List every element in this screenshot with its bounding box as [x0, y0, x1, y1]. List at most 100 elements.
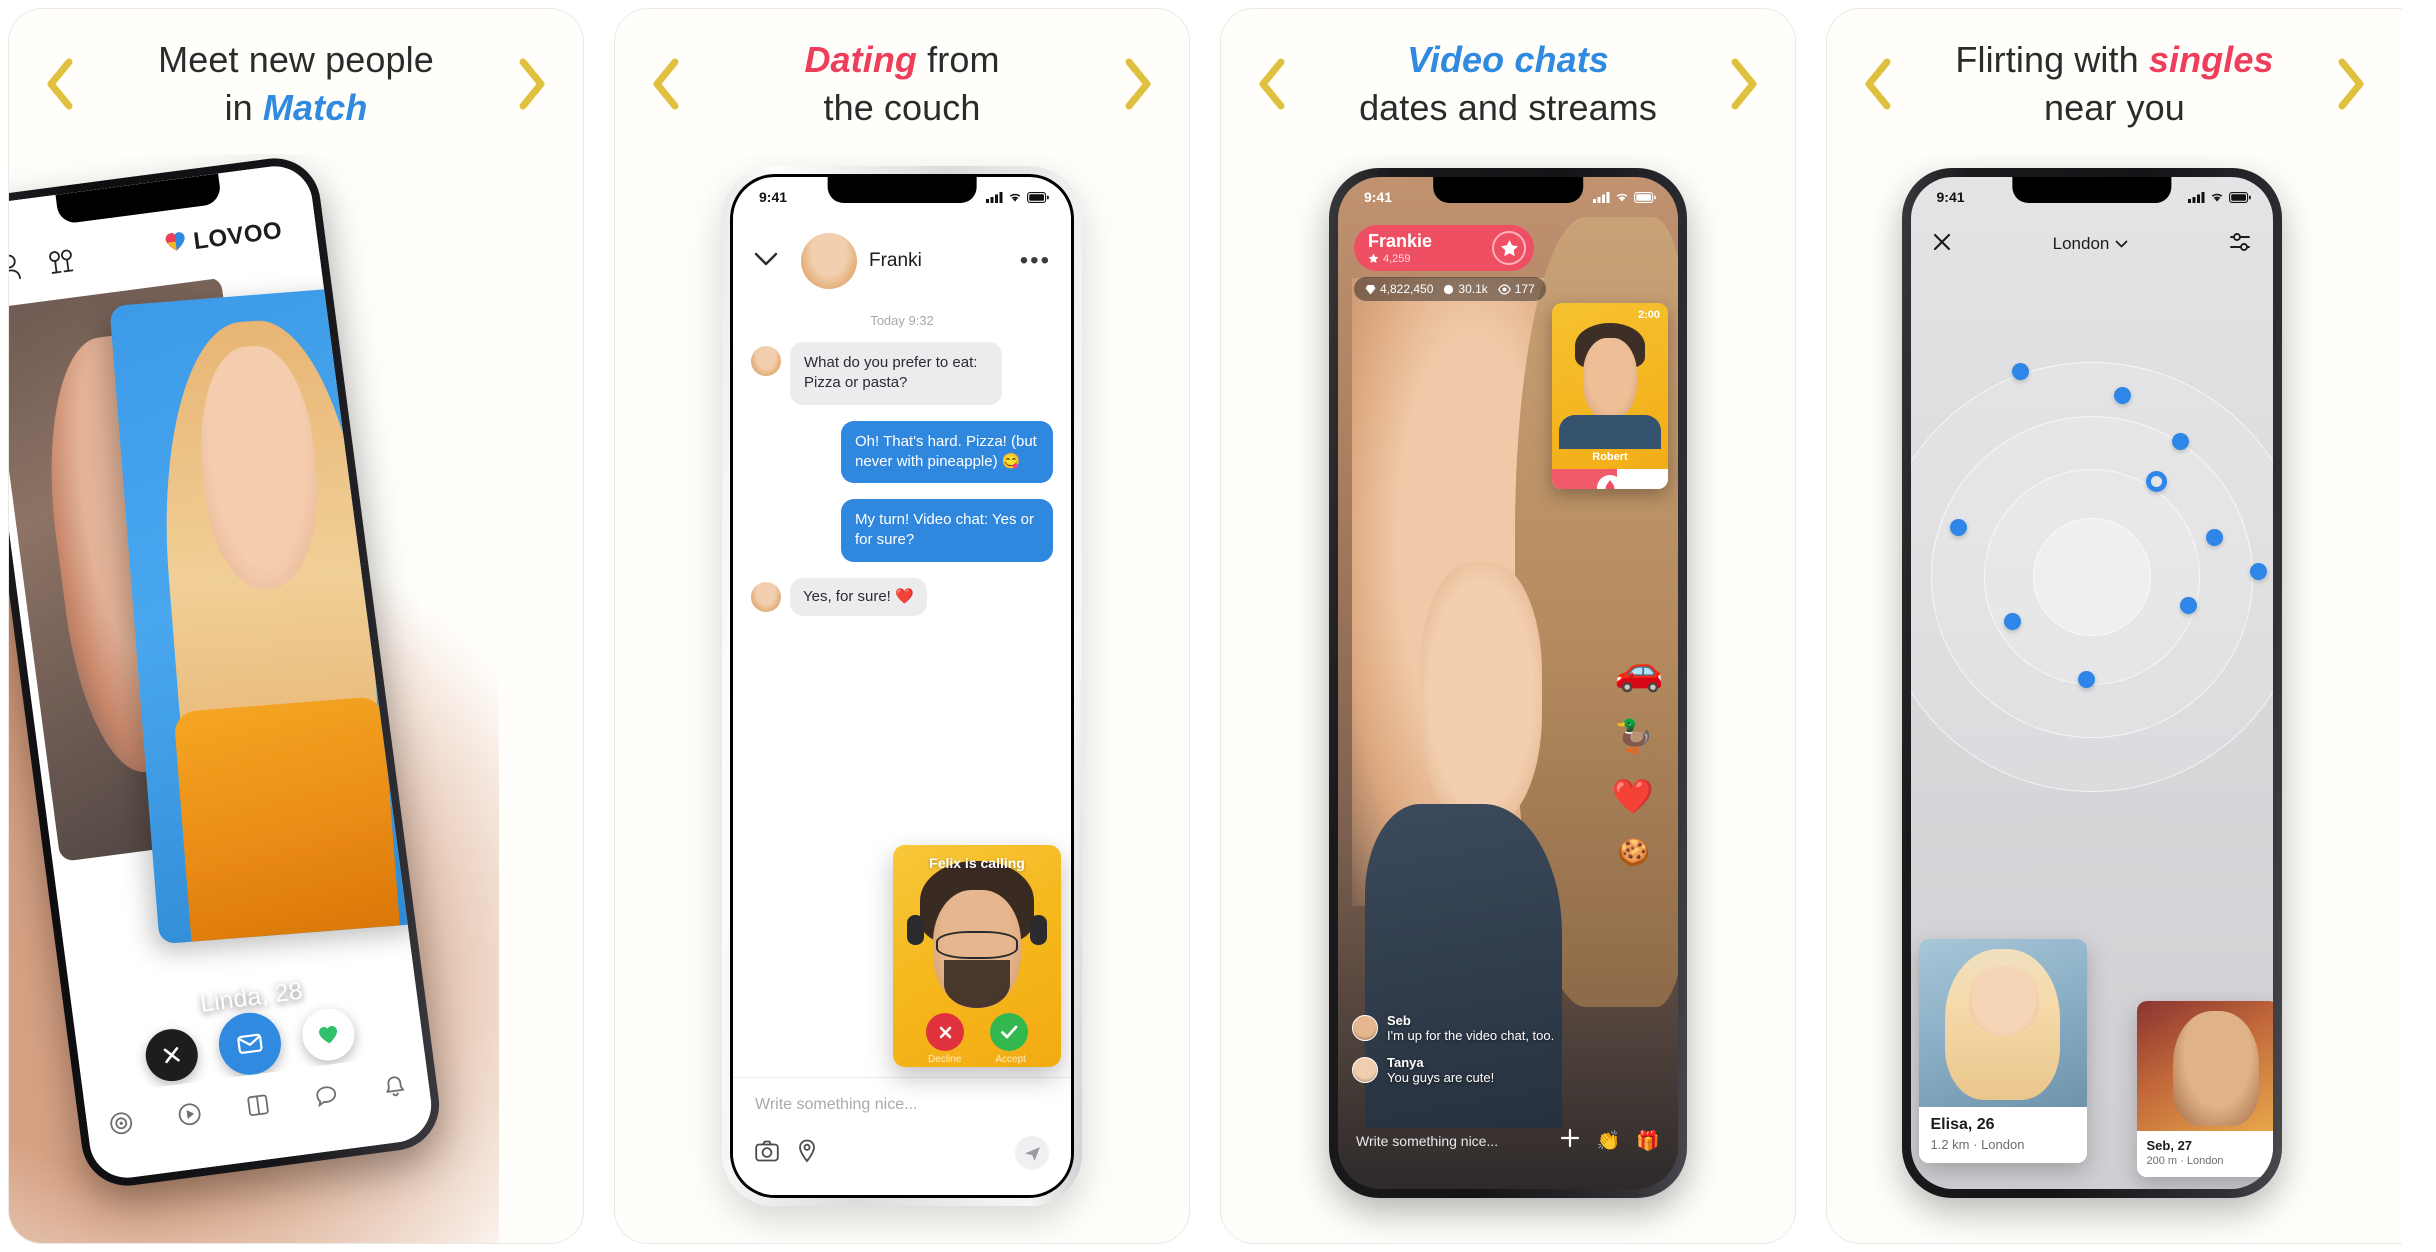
incoming-call-card[interactable]: Felix is calling Decline Accept [893, 845, 1061, 1067]
panel-1-title-line1: Meet new people [158, 39, 434, 81]
nearby-caption: Seb, 27 200 m · London [2136, 1131, 2273, 1177]
sliders-icon[interactable] [2228, 231, 2252, 258]
nearby-card[interactable]: Seb, 27 200 m · London [2136, 1001, 2273, 1177]
panel-3-title: Video chats dates and streams [1359, 36, 1657, 132]
live-chat-message: Tanya You guys are cute! [1387, 1055, 1494, 1087]
prev-arrow-1[interactable] [43, 56, 77, 112]
panel-2-header: Dating from the couch [615, 9, 1189, 159]
call-action-buttons [893, 1013, 1061, 1051]
star-icon [1368, 253, 1379, 263]
live-input-placeholder[interactable]: Write something nice... [1356, 1133, 1543, 1149]
panel-2-title-post: from [917, 39, 1000, 81]
glasses-icon [936, 931, 1018, 959]
chat-composer: Write something nice... [733, 1077, 1071, 1195]
panel-4-title: Flirting with singles near you [1955, 36, 2273, 132]
live-chat-message: Seb I'm up for the video chat, too. [1387, 1013, 1554, 1045]
person-icon[interactable] [9, 252, 25, 288]
prev-arrow-3[interactable] [1255, 56, 1289, 112]
panel-2-title-line2: the couch [823, 87, 981, 128]
incoming-call-title: Felix is calling [929, 855, 1025, 871]
coin-icon [1444, 284, 1454, 294]
camera-icon[interactable] [755, 1140, 779, 1167]
radar-view [1910, 297, 2273, 857]
city-selector[interactable]: London [2053, 234, 2129, 254]
battery-icon [1027, 191, 1049, 203]
card-clothing [173, 695, 401, 942]
live-chat-row: Tanya You guys are cute! [1352, 1055, 1602, 1087]
radar-dot[interactable] [2011, 363, 2029, 380]
nearby-caption: Elisa, 26 1.2 km · London [1918, 1107, 2087, 1163]
live-tab[interactable] [175, 1100, 205, 1134]
composer-icon-row [755, 1136, 1049, 1170]
radar-dot[interactable] [2077, 671, 2095, 688]
more-options-icon[interactable]: ••• [1020, 247, 1051, 275]
panel-3-header: Video chats dates and streams [1221, 9, 1795, 159]
chat-row-outgoing: My turn! Video chat: Yes or for sure? [751, 499, 1053, 562]
call-action-labels: Decline Accept [893, 1054, 1061, 1065]
next-arrow-1[interactable] [515, 56, 549, 112]
nearby-photo [1918, 939, 2087, 1107]
send-icon[interactable] [1015, 1136, 1049, 1170]
guest-photo [1570, 323, 1650, 427]
chevron-down-icon[interactable] [753, 251, 779, 272]
dislike-x-button[interactable] [142, 1025, 201, 1085]
stat-coin-value: 30.1k [1458, 282, 1488, 296]
next-arrow-4[interactable] [2334, 56, 2368, 112]
phone-mockup-2: 9:41 Franki ••• Today 9:32 What do you p… [722, 166, 1082, 1206]
heart-gift: ❤️ [1611, 778, 1654, 816]
stat-diamond: 4,822,450 [1365, 282, 1433, 296]
radar-dot[interactable] [2003, 613, 2021, 630]
radar-dot[interactable] [2249, 563, 2267, 580]
streamer-badge[interactable]: Frankie 4,259 [1354, 225, 1534, 271]
phone-notch-3 [1433, 177, 1583, 203]
avatar[interactable] [801, 233, 857, 289]
accept-call-button[interactable] [990, 1013, 1028, 1051]
status-time-2: 9:41 [759, 189, 788, 205]
guest-video-card[interactable]: 2:00 Robert [1552, 303, 1668, 489]
close-icon[interactable] [1931, 231, 1953, 258]
plus-icon[interactable] [1559, 1127, 1581, 1155]
stream-stats: 4,822,450 30.1k 177 [1354, 277, 1546, 301]
radar-dot[interactable] [2171, 433, 2189, 450]
chat-contact-name: Franki [869, 250, 922, 271]
phone-bezel-2: 9:41 Franki ••• Today 9:32 What do you p… [730, 174, 1074, 1198]
streamer-name: Frankie [1368, 230, 1433, 251]
prev-arrow-4[interactable] [1861, 56, 1895, 112]
eye-icon [1497, 283, 1511, 295]
radar-dot[interactable] [2179, 597, 2197, 614]
prev-arrow-2[interactable] [649, 56, 683, 112]
diamond-icon [1365, 284, 1376, 294]
filter-icon[interactable] [46, 245, 76, 281]
like-heart-button[interactable] [299, 1005, 358, 1064]
chat-input-placeholder[interactable]: Write something nice... [755, 1096, 1049, 1114]
discover-tab[interactable] [107, 1109, 137, 1143]
next-arrow-2[interactable] [1121, 56, 1155, 112]
radar-dot-highlight[interactable] [2145, 471, 2167, 492]
panel-1-title-line2-pre: in [224, 87, 263, 128]
nearby-card[interactable]: Elisa, 26 1.2 km · London [1918, 939, 2087, 1163]
location-icon[interactable] [797, 1139, 817, 1168]
chat-row-outgoing: Oh! That's hard. Pizza! (but never with … [751, 420, 1053, 483]
stat-coin: 30.1k [1443, 282, 1488, 296]
panel-1-title-highlight: Match [262, 87, 368, 128]
clap-icon[interactable]: 👏 [1597, 1129, 1621, 1153]
chevron-down-icon [2115, 240, 2128, 248]
panel-4-header: Flirting with singles near you [1827, 9, 2402, 159]
gift-icon[interactable]: 🎁 [1636, 1129, 1660, 1153]
follow-star-button[interactable] [1492, 231, 1526, 265]
radar-dot[interactable] [1949, 519, 1967, 536]
radar-dot[interactable] [2113, 387, 2131, 404]
live-chat-row: Seb I'm up for the video chat, too. [1352, 1013, 1602, 1045]
screenshot-gallery: Meet new people in Match LOVOO Linda, 28… [0, 0, 2436, 1252]
notifications-tab[interactable] [380, 1073, 410, 1107]
stat-viewers: 177 [1497, 282, 1535, 296]
next-arrow-3[interactable] [1727, 56, 1761, 112]
radar-dot[interactable] [2205, 529, 2223, 546]
battery-icon [2228, 191, 2251, 203]
cards-tab[interactable] [243, 1091, 273, 1125]
nearby-name: Elisa, 26 [1930, 1116, 1995, 1133]
chat-tab[interactable] [312, 1082, 342, 1116]
decline-call-button[interactable] [926, 1013, 964, 1051]
panel-1-stage: LOVOO Linda, 28 [9, 154, 583, 1243]
wifi-icon [1009, 193, 1021, 202]
